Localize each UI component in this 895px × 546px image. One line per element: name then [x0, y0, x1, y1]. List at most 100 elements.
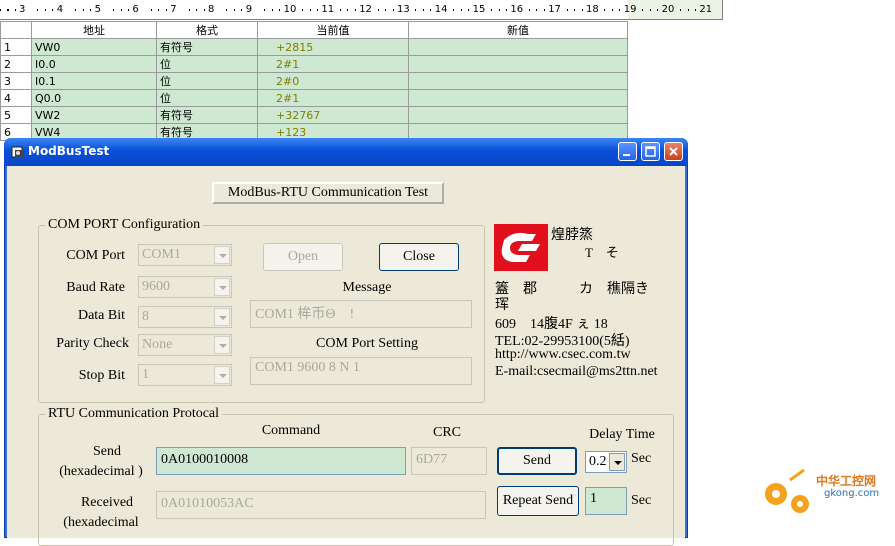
com-setting-field[interactable]: COM1 9600 8 N 1	[250, 357, 472, 385]
message-field[interactable]: COM1 桙币Θ !	[250, 300, 472, 328]
delay-time-select[interactable]: 0.2	[585, 451, 627, 473]
col-header-current[interactable]: 当前值	[257, 21, 409, 39]
current-value-cell[interactable]: 2#1	[257, 89, 409, 107]
chevron-down-icon[interactable]	[214, 336, 230, 354]
send-button[interactable]: Send	[497, 447, 577, 475]
received-field[interactable]: 0A01010053AC	[156, 491, 486, 519]
col-header-address[interactable]: 地址	[31, 21, 157, 39]
format-cell[interactable]: 位	[156, 72, 258, 90]
table-row[interactable]: 5 VW2 有符号 +32767	[0, 106, 628, 124]
com-port-label: COM Port	[66, 248, 125, 263]
chevron-down-icon[interactable]	[609, 453, 625, 471]
company-url[interactable]: http://www.csec.com.tw	[495, 347, 631, 363]
delay-time-label: Delay Time	[589, 427, 655, 442]
current-value-cell[interactable]: 2#1	[257, 55, 409, 73]
row-number-cell: 4	[0, 89, 32, 107]
open-button[interactable]: Open	[263, 243, 343, 271]
col-header-format[interactable]: 格式	[156, 21, 258, 39]
close-window-button[interactable]	[664, 142, 683, 161]
minimize-button[interactable]	[618, 142, 637, 161]
ruler-dot	[506, 9, 508, 11]
repeat-send-button[interactable]: Repeat Send	[497, 486, 579, 516]
data-bit-select[interactable]: 8	[138, 306, 232, 328]
parity-check-select[interactable]: None	[138, 334, 232, 356]
close-button[interactable]: Close	[379, 243, 459, 271]
ruler-dot	[566, 9, 568, 11]
app-icon	[11, 146, 24, 158]
table-row[interactable]: 2 I0.0 位 2#1	[0, 55, 628, 73]
new-value-cell[interactable]	[408, 106, 628, 124]
ruler-dot	[196, 9, 198, 11]
current-value-cell[interactable]: +32767	[257, 106, 409, 124]
ruler-tick-label: 10	[283, 4, 297, 15]
ruler-tick-label: 12	[359, 4, 372, 15]
close-icon	[669, 147, 678, 156]
format-cell[interactable]: 有符号	[156, 38, 258, 56]
ruler-dot	[0, 9, 1, 11]
received-label: Received	[80, 495, 134, 510]
ruler-dot	[241, 9, 243, 11]
chevron-down-icon[interactable]	[214, 366, 230, 384]
ruler-dot	[90, 9, 92, 11]
new-value-cell[interactable]	[408, 89, 628, 107]
title-bar[interactable]: ModBusTest	[4, 138, 688, 166]
address-cell[interactable]: VW2	[31, 106, 157, 124]
table-row[interactable]: 3 I0.1 位 2#0	[0, 72, 628, 90]
ruler-dot	[536, 9, 538, 11]
ruler-dot	[468, 9, 470, 11]
ruler-dot	[226, 9, 228, 11]
row-number-cell: 2	[0, 55, 32, 73]
baud-rate-select[interactable]: 9600	[138, 276, 232, 298]
chevron-down-icon[interactable]	[214, 246, 230, 264]
stop-bit-value: 1	[142, 367, 149, 382]
ruler-dot	[82, 9, 84, 11]
ruler-dot	[264, 9, 266, 11]
table-header-row: 地址 格式 当前值 新值	[0, 21, 628, 39]
address-cell[interactable]: I0.1	[31, 72, 157, 90]
com-port-select[interactable]: COM1	[138, 244, 232, 266]
maximize-button[interactable]	[641, 142, 660, 161]
header-title-button[interactable]: ModBus-RTU Communication Test	[212, 182, 444, 204]
table-row[interactable]: 1 VW0 有符号 +2815	[0, 38, 628, 56]
table-row[interactable]: 4 Q0.0 位 2#1	[0, 89, 628, 107]
current-value-cell[interactable]: 2#0	[257, 72, 409, 90]
col-header-new[interactable]: 新值	[408, 21, 628, 39]
chevron-down-icon[interactable]	[214, 308, 230, 326]
send-label: Send	[93, 444, 121, 459]
repeat-interval-input[interactable]: 1	[585, 487, 627, 515]
com-group-title: COM PORT Configuration	[45, 217, 204, 233]
ruler-tick-label: 20	[661, 4, 675, 15]
ruler-dot	[347, 9, 349, 11]
watermark-sub: gkong.com	[824, 488, 880, 499]
address-cell[interactable]: I0.0	[31, 55, 157, 73]
crc-label: CRC	[432, 425, 461, 440]
ruler-dot	[150, 9, 152, 11]
sec-label-1: Sec	[631, 451, 652, 466]
minimize-icon	[623, 154, 630, 156]
chevron-down-icon[interactable]	[214, 278, 230, 296]
current-value-cell[interactable]: +2815	[257, 38, 409, 56]
address-cell[interactable]: VW0	[31, 38, 157, 56]
format-cell[interactable]: 位	[156, 89, 258, 107]
address-cell[interactable]: Q0.0	[31, 89, 157, 107]
ruler-dot	[490, 9, 492, 11]
baud-rate-label: Baud Rate	[66, 280, 125, 295]
crc-field[interactable]: 6D77	[411, 447, 487, 475]
ruler-dot	[301, 9, 303, 11]
ruler-dot	[44, 9, 46, 11]
status-chart-table: 地址 格式 当前值 新值 1 VW0 有符号 +2815 2 I0.0 位 2#1 3 I0.1 位…	[0, 21, 628, 141]
format-cell[interactable]: 有符号	[156, 106, 258, 124]
new-value-cell[interactable]	[408, 55, 628, 73]
send-command-input[interactable]: 0A0100010008	[156, 447, 406, 475]
data-bit-label: Data Bit	[77, 308, 125, 323]
ruler-dot	[158, 9, 160, 11]
new-value-cell[interactable]	[408, 72, 628, 90]
ruler-dot	[8, 9, 9, 11]
message-label: Message	[342, 280, 392, 295]
format-cell[interactable]: 位	[156, 55, 258, 73]
stop-bit-select[interactable]: 1	[138, 364, 232, 386]
ruler-tick-label: 8	[208, 4, 215, 15]
new-value-cell[interactable]	[408, 38, 628, 56]
gear-icon	[765, 468, 809, 513]
company-email[interactable]: E-mail:csecmail@ms2ttn.net	[495, 364, 658, 380]
